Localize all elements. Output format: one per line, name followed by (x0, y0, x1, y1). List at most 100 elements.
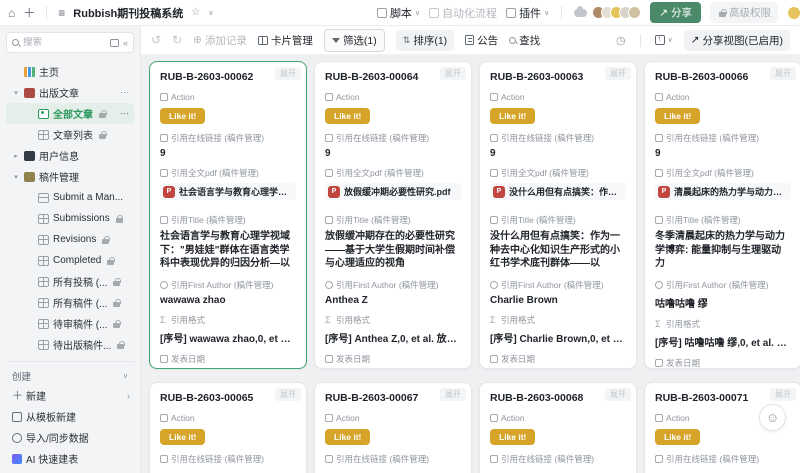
add-record-button[interactable]: ⊕ 添加记录 (193, 33, 247, 48)
panel-icon[interactable] (109, 38, 119, 47)
sidebar-item[interactable]: Submit a Man... (6, 187, 134, 208)
expand-record-badge[interactable]: 展开 (770, 67, 796, 80)
sidebar-item[interactable]: ▾ 出版文章 ⋯ (6, 82, 134, 103)
cloud-sync-icon[interactable] (574, 5, 588, 17)
folder-red-icon (24, 87, 35, 98)
sidebar-item[interactable]: 文章列表 (6, 124, 134, 145)
chevron-down-icon[interactable]: ∨ (208, 9, 213, 17)
like-button[interactable]: Like it! (160, 429, 206, 445)
record-card[interactable]: 展开 RUB-B-2603-00065 Action Like it! 引用在线… (149, 382, 307, 473)
text-field-icon (490, 216, 498, 224)
expand-record-badge[interactable]: 展开 (770, 388, 796, 401)
user-avatar[interactable] (628, 6, 642, 19)
sidebar-item[interactable]: 待审稿件 (... (6, 313, 134, 334)
like-button[interactable]: Like it! (325, 429, 371, 445)
field-label-date: 发表日期 (655, 357, 791, 369)
card-manage-button[interactable]: 卡片管理 (257, 33, 313, 48)
more-icon[interactable]: ⋯ (120, 87, 130, 98)
field-label-date: 发表日期 (160, 353, 296, 365)
menu-icon[interactable]: ≡ (58, 7, 65, 19)
lock-icon (113, 277, 121, 286)
record-card[interactable]: 展开 RUB-B-2603-00064 Action Like it! 引用在线… (314, 61, 472, 369)
sidebar-item[interactable]: 待出版稿件... (6, 334, 134, 355)
current-user-avatar[interactable] (787, 5, 800, 20)
pdf-icon: P (658, 185, 670, 198)
text-field-icon (655, 216, 663, 224)
share-view-icon: ↗ (690, 34, 700, 46)
find-button[interactable]: 查找 (509, 33, 540, 48)
sidebar-item[interactable]: 所有投稿 (... (6, 271, 134, 292)
record-card[interactable]: 展开 RUB-B-2603-00062 Action Like it! 引用在线… (149, 61, 307, 369)
favorite-star-icon[interactable]: ☆ (191, 7, 200, 18)
create-new-button[interactable]: ＋ 新建 › (6, 385, 134, 406)
field-label-pdf: 引用全文pdf (稿件管理) (490, 167, 626, 179)
expand-record-badge[interactable]: 展开 (275, 388, 301, 401)
home-chart-icon (24, 66, 35, 77)
record-card[interactable]: 展开 RUB-B-2603-00068 Action Like it! 引用在线… (479, 382, 637, 473)
like-button[interactable]: Like it! (490, 108, 536, 124)
ai-quick-table-button[interactable]: AI 快速建表 (6, 448, 134, 469)
lock-icon (115, 214, 124, 223)
expand-record-badge[interactable]: 展开 (275, 67, 301, 80)
search-icon (509, 36, 517, 44)
expand-record-badge[interactable]: 展开 (605, 388, 631, 401)
pdf-attachment[interactable]: P 放假缓冲期必要性研究.pdf (325, 183, 461, 200)
sidebar-item[interactable]: ▸ 用户信息 (6, 145, 134, 166)
import-sync-button[interactable]: 导入/同步数据 (6, 427, 134, 448)
share-view-button[interactable]: ↗ 分享视图(已启用) (683, 29, 790, 51)
record-card[interactable]: 展开 RUB-B-2603-00066 Action Like it! 引用在线… (644, 61, 800, 369)
pdf-attachment[interactable]: P 没什么用但有点搞笑：作为一种去中... (490, 183, 626, 200)
sidebar-item[interactable]: 所有稿件 (... (6, 292, 134, 313)
sidebar-item[interactable]: Completed (6, 250, 134, 271)
expand-record-badge[interactable]: 展开 (440, 67, 466, 80)
sidebar-item[interactable]: Submissions (6, 208, 134, 229)
sidebar-item[interactable]: 主页 (6, 61, 134, 82)
history-icon[interactable]: ◷ (616, 34, 626, 47)
sidebar-item[interactable]: Revisions (6, 229, 134, 250)
lock-icon (99, 130, 107, 139)
sort-button[interactable]: ⇅ 排序(1) (395, 29, 455, 51)
expand-arrow-icon[interactable]: ▸ (12, 152, 20, 160)
export-menu[interactable]: ∨ (654, 34, 673, 45)
like-button[interactable]: Like it! (160, 108, 206, 124)
share-button[interactable]: ↗ 分享 (650, 2, 701, 23)
script-menu[interactable]: 脚本 ∨ (376, 5, 420, 21)
record-card[interactable]: 展开 RUB-B-2603-00063 Action Like it! 引用在线… (479, 61, 637, 369)
search-input[interactable] (23, 37, 81, 48)
undo-icon[interactable]: ↺ (151, 33, 161, 47)
collapse-sidebar-icon[interactable]: « (123, 38, 128, 48)
field-label-title: 引用Title (稿件管理) (490, 214, 626, 226)
home-icon[interactable]: ⌂ (8, 7, 15, 19)
sidebar-search[interactable]: « (6, 32, 134, 53)
record-card[interactable]: 展开 RUB-B-2603-00067 Action Like it! 引用在线… (314, 382, 472, 473)
filter-button[interactable]: 筛选(1) (323, 28, 385, 52)
attachment-icon (325, 169, 333, 177)
like-button[interactable]: Like it! (325, 108, 371, 124)
plugin-menu[interactable]: 插件 ∨ (506, 5, 549, 21)
create-section-header[interactable]: 创建 ∨ (6, 367, 134, 385)
pdf-attachment[interactable]: P 社会语言学与教育心理学视域下："... (160, 183, 296, 200)
like-button[interactable]: Like it! (490, 429, 536, 445)
expand-arrow-icon[interactable]: ▾ (12, 173, 20, 181)
sidebar-item[interactable]: 全部文章 ⋯ (6, 103, 134, 124)
field-label-date: 发表日期 (325, 353, 461, 365)
lock-icon (107, 256, 115, 265)
automation-menu[interactable]: 自动化流程 (429, 5, 497, 21)
table-icon (38, 318, 49, 329)
create-from-template-button[interactable]: 从模板新建 (6, 406, 134, 427)
advanced-permission-button[interactable]: 高级权限 (710, 2, 778, 23)
pdf-attachment[interactable]: P 清晨起床的热力学与动力学研究.pdf (655, 183, 791, 200)
assistant-mascot[interactable]: ☺ (759, 404, 786, 431)
like-button[interactable]: Like it! (655, 108, 701, 124)
more-icon[interactable]: ⋯ (120, 108, 130, 119)
expand-arrow-icon[interactable]: ▾ (12, 89, 20, 97)
sidebar-item[interactable]: ▾ 稿件管理 (6, 166, 134, 187)
expand-record-badge[interactable]: 展开 (605, 67, 631, 80)
divider (46, 6, 48, 19)
expand-record-badge[interactable]: 展开 (440, 388, 466, 401)
person-icon (655, 280, 663, 289)
redo-icon[interactable]: ↻ (172, 33, 182, 47)
new-tab-icon[interactable]: ＋ (23, 7, 35, 19)
like-button[interactable]: Like it! (655, 429, 701, 445)
announce-button[interactable]: 公告 (465, 33, 498, 48)
